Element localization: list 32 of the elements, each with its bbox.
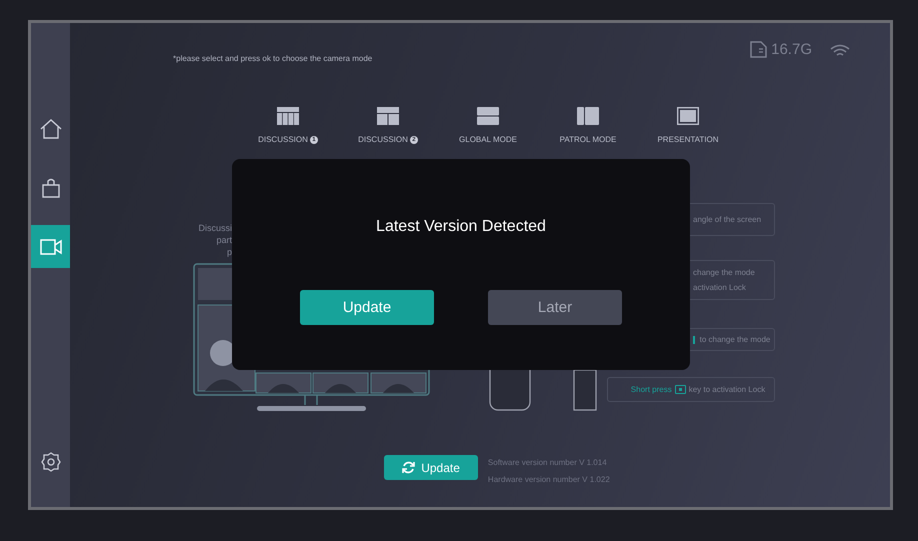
caption-text: Discussi [198,223,232,233]
dialog-title: Latest Version Detected [376,218,546,236]
home-icon [40,118,62,138]
instruction-text: *please select and press ok to choose the camera mode [173,54,374,63]
layout-icon [377,107,399,125]
hint-text: Short press [630,385,672,394]
settings-icon [40,452,60,472]
layout-icon [677,107,699,125]
mode-button[interactable]: GLOBAL MODE [447,107,529,155]
software-version-text: Software version number V 1.014 [488,458,608,467]
caption-text: part [216,235,232,245]
device-drawing [573,369,597,411]
video-camera-icon [40,238,62,254]
mode-button[interactable]: PATROL MODE [547,107,629,155]
hint-text: change the mode [693,268,756,277]
sd-card-icon [750,41,768,58]
hint-text: activation Lock [693,283,747,292]
bag-icon [40,178,60,198]
hint-text: to change the mode [700,335,770,344]
layout-icon [277,107,299,125]
storage-text: 16.7G [771,41,812,58]
layout-icon [577,107,599,125]
hint-text: angle of the screen [693,215,762,224]
hardware-version-text: Hardware version number V 1.022 [488,475,610,484]
sidebar-item[interactable] [31,225,70,268]
wifi-icon [830,44,850,58]
mode-button[interactable]: PRESENTATION [647,107,729,155]
refresh-icon [402,461,416,474]
hint-text: key to activation Lock [688,385,766,394]
layout-icon [477,107,499,125]
caption-text: p [226,247,232,257]
dialog-button[interactable]: Later [488,290,622,325]
